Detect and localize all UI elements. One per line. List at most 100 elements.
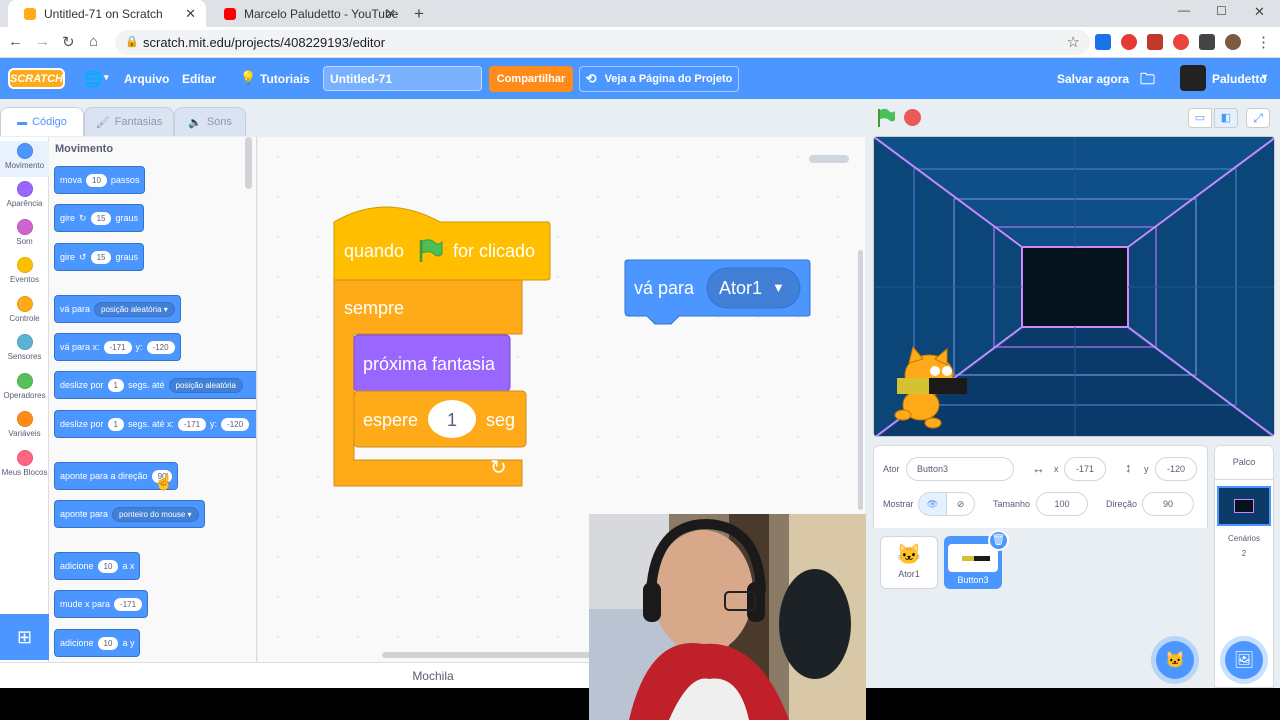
large-stage-icon[interactable]: ◧ <box>1214 108 1238 128</box>
y-input[interactable]: -120 <box>1155 457 1197 481</box>
button3-sprite[interactable] <box>897 378 967 394</box>
pdf-extension-icon[interactable] <box>1147 34 1163 50</box>
scratch-logo[interactable]: SCRATCH <box>8 68 65 89</box>
block-input[interactable]: -171 <box>178 417 207 431</box>
show-visible-toggle[interactable]: 👁 <box>918 492 947 516</box>
show-hidden-toggle[interactable]: ⊘ <box>946 492 975 516</box>
block-input[interactable]: 10 <box>86 173 107 187</box>
size-input[interactable]: 100 <box>1036 492 1088 516</box>
folder-icon[interactable]: 🗀 <box>1140 69 1155 94</box>
wait-input[interactable]: 1 <box>447 410 457 431</box>
close-tab-icon[interactable]: ✕ <box>385 6 396 22</box>
maximize-button[interactable]: ☐ <box>1216 4 1227 18</box>
tutorials-menu[interactable]: Tutoriais <box>260 72 310 86</box>
block-input[interactable]: 15 <box>90 250 112 264</box>
project-title-input[interactable]: Untitled-71 <box>323 66 482 91</box>
tab-sounds[interactable]: 🔈 Sons <box>174 107 246 136</box>
reload-icon[interactable]: ↻ <box>62 33 75 51</box>
user-avatar[interactable] <box>1180 65 1206 91</box>
extension-icon[interactable] <box>1095 34 1111 50</box>
delete-sprite-icon[interactable]: 🗑 <box>988 530 1009 551</box>
opera-extension-icon[interactable] <box>1121 34 1137 50</box>
fullscreen-icon[interactable]: ⤢ <box>1246 108 1270 128</box>
forward-icon[interactable]: → <box>35 33 50 50</box>
close-window-button[interactable]: ✕ <box>1254 4 1265 20</box>
share-button[interactable]: Compartilhar <box>489 66 573 92</box>
block-move-steps[interactable]: mova 10 passos <box>54 166 146 194</box>
extension-icon[interactable] <box>1173 34 1189 50</box>
sprite-name-input[interactable]: Button3 <box>906 457 1014 481</box>
category-sensing[interactable]: Sensores <box>0 332 49 368</box>
category-events[interactable]: Eventos <box>0 255 49 291</box>
block-glide-to[interactable]: deslize por 1 segs. até posição aleatóri… <box>54 371 256 399</box>
small-stage-icon[interactable]: ▭ <box>1188 108 1212 128</box>
stage-canvas[interactable] <box>873 136 1275 437</box>
block-input[interactable]: -120 <box>221 417 250 431</box>
palette-scrollbar[interactable] <box>245 137 252 189</box>
block-turn-right[interactable]: gire ↻ 15 graus <box>54 204 144 232</box>
globe-icon[interactable]: 🌐 <box>83 69 103 89</box>
home-icon[interactable]: ⌂ <box>89 33 98 50</box>
close-tab-icon[interactable]: ✕ <box>185 6 196 22</box>
see-project-page-button[interactable]: ⟲ Veja a Página do Projeto <box>579 66 739 92</box>
palette-category-header: Movimento <box>55 143 114 155</box>
direction-input[interactable]: 90 <box>1142 492 1194 516</box>
block-point-towards[interactable]: aponte para ponteiro do mouse ▾ <box>54 500 205 528</box>
block-change-x[interactable]: adicione 10 a x <box>54 552 141 580</box>
block-dropdown[interactable]: ponteiro do mouse ▾ <box>112 506 199 522</box>
category-my-blocks[interactable]: Meus Blocos <box>0 448 49 484</box>
category-motion[interactable]: Movimento <box>0 141 49 177</box>
block-input[interactable]: 1 <box>107 417 124 431</box>
block-set-x[interactable]: mude x para -171 <box>54 590 149 618</box>
block-dropdown[interactable]: posição aleatória ▾ <box>94 301 175 317</box>
block-input[interactable]: 10 <box>97 636 119 650</box>
new-tab-button[interactable]: + <box>414 4 424 24</box>
sprite-thumb-ator1[interactable]: 🐱 Ator1 <box>880 536 938 589</box>
category-operators[interactable]: Operadores <box>0 371 49 407</box>
block-text: segs. até <box>127 380 165 390</box>
category-sound[interactable]: Som <box>0 217 49 253</box>
tab-costumes[interactable]: 🖌 Fantasias <box>84 107 174 136</box>
block-input[interactable]: -171 <box>103 340 132 354</box>
minimize-button[interactable]: — <box>1178 3 1190 17</box>
edit-menu[interactable]: Editar <box>182 72 216 86</box>
username[interactable]: Paludetto <box>1212 72 1267 86</box>
category-control[interactable]: Controle <box>0 294 49 330</box>
block-input[interactable]: 15 <box>90 211 112 225</box>
file-menu[interactable]: Arquivo <box>124 72 169 86</box>
more-icon[interactable]: ⋮ <box>1256 33 1271 51</box>
save-now-button[interactable]: Salvar agora <box>1057 72 1129 86</box>
category-looks[interactable]: Aparência <box>0 179 49 215</box>
stage-thumbnail[interactable] <box>1217 486 1271 526</box>
tab-youtube[interactable]: Marcelo Paludetto - YouTube ✕ <box>208 0 406 27</box>
stop-icon[interactable] <box>904 109 921 126</box>
block-input[interactable]: -171 <box>114 597 143 611</box>
block-input[interactable]: 1 <box>107 378 124 392</box>
back-icon[interactable]: ← <box>8 33 23 50</box>
block-goto[interactable]: vá para posição aleatória ▾ <box>54 295 181 323</box>
block-input[interactable]: 10 <box>97 559 119 573</box>
block-glide-xy[interactable]: deslize por 1 segs. até x: -171 y: -120 <box>54 410 256 438</box>
workspace-horizontal-scrollbar[interactable] <box>382 652 592 658</box>
address-bar[interactable]: 🔒 scratch.mit.edu/projects/408229193/edi… <box>115 30 1090 55</box>
block-dropdown[interactable]: posição aleatória <box>168 377 243 393</box>
tab-scratch[interactable]: Untitled-71 on Scratch ✕ <box>8 0 206 27</box>
x-input[interactable]: -171 <box>1064 457 1106 481</box>
block-goto-xy[interactable]: vá para x: -171 y: -120 <box>54 333 181 361</box>
add-sprite-button[interactable]: 🐱 <box>1156 641 1194 679</box>
goto-dropdown-value[interactable]: Ator1 <box>719 278 762 299</box>
add-backdrop-button[interactable]: 🖼 <box>1225 641 1263 679</box>
add-extension-button[interactable]: ⊞ <box>0 614 49 660</box>
block-turn-left[interactable]: gire ↺ 15 graus <box>54 243 144 271</box>
bookmark-star-icon[interactable]: ☆ <box>1067 33 1080 51</box>
tab-code[interactable]: ▬ Código <box>0 107 84 136</box>
category-variables[interactable]: Variáveis <box>0 409 49 445</box>
block-input[interactable]: -120 <box>146 340 175 354</box>
profile-avatar[interactable] <box>1225 34 1241 50</box>
webcam-overlay <box>589 514 866 720</box>
green-flag-icon[interactable] <box>876 107 898 129</box>
puzzle-icon[interactable] <box>1199 34 1215 50</box>
workspace-scroll-indicator[interactable] <box>809 155 849 163</box>
block-change-y[interactable]: adicione 10 a y <box>54 629 141 657</box>
workspace-vertical-scrollbar[interactable] <box>858 250 863 510</box>
